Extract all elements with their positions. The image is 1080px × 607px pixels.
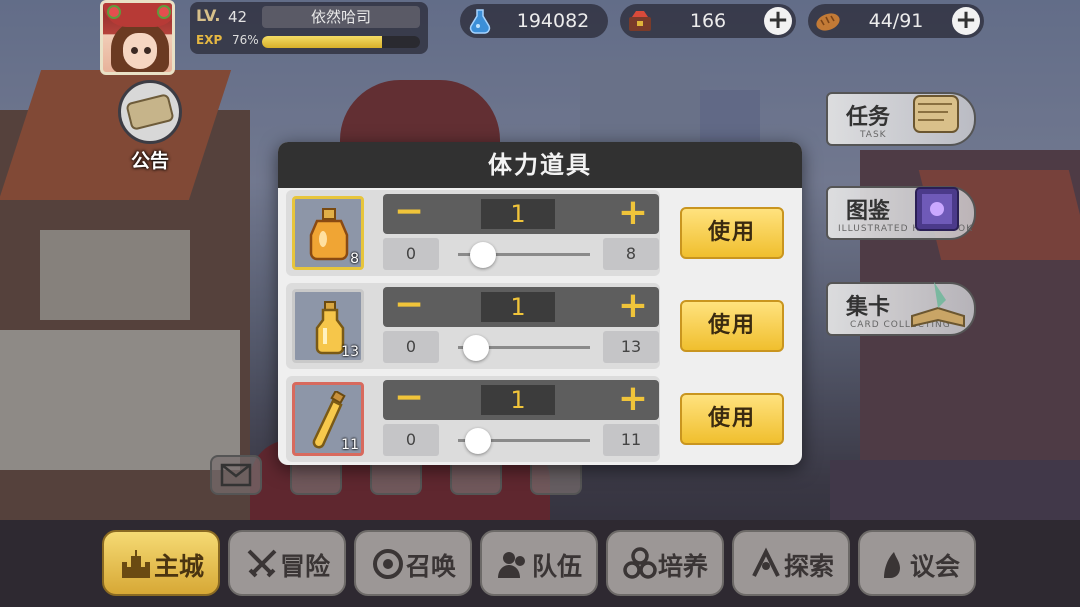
- nav-summon[interactable]: 召唤: [354, 530, 472, 596]
- gem-chest-icon: [629, 11, 651, 31]
- nav-explore-label: 探索: [784, 552, 835, 581]
- decrease-button[interactable]: −: [387, 287, 431, 325]
- nav-train-label: 培养: [658, 552, 709, 581]
- stamina-item-row: 11 − 1 + 0 11: [286, 376, 660, 462]
- quantity-value[interactable]: 1: [481, 292, 555, 322]
- task-label: 任务: [846, 105, 891, 130]
- item-slot[interactable]: 8: [292, 196, 364, 270]
- nav-council-label: 议会: [910, 552, 961, 581]
- mail-button[interactable]: [210, 455, 262, 495]
- mail-icon: [220, 463, 252, 487]
- use-button[interactable]: 使用: [680, 393, 784, 445]
- stamina-items-dialog: 体力道具 8 − 1 + 0 8 使用 13 − 1 + 0 13 使用 11 …: [278, 142, 802, 465]
- explore-icon: [752, 547, 780, 577]
- nav-adventure-label: 冒险: [280, 552, 331, 581]
- exp-bar-fill: [262, 36, 383, 48]
- quantity-stepper: − 1 +: [383, 380, 659, 420]
- increase-button[interactable]: +: [611, 381, 655, 418]
- quantity-value[interactable]: 1: [481, 385, 555, 415]
- slider-knob[interactable]: [463, 335, 490, 361]
- scroll-quill-icon: [913, 95, 959, 133]
- resource-gems: 166 +: [620, 4, 796, 38]
- add-gems-button[interactable]: +: [764, 7, 792, 35]
- resource-stamina: 44/91 +: [808, 4, 984, 38]
- exp-bar: [262, 36, 420, 48]
- item-count: 8: [350, 251, 359, 267]
- slider-knob[interactable]: [465, 428, 491, 454]
- orange-potion-bottle-icon: [309, 208, 349, 261]
- nav-train[interactable]: 培养: [606, 530, 724, 596]
- crossed-swords-icon: [247, 549, 277, 578]
- nav-explore[interactable]: 探索: [732, 530, 850, 596]
- handbook-label: 图鉴: [846, 199, 891, 224]
- council-icon: [884, 552, 900, 578]
- summon-circle-icon: [373, 549, 403, 579]
- slider-knob[interactable]: [469, 242, 496, 268]
- resource-gems-value: 166: [689, 10, 727, 32]
- castle-icon: [122, 550, 150, 578]
- card-collect-button[interactable]: 集卡 CARD COLLECTING: [826, 282, 976, 336]
- task-sublabel: TASK: [860, 130, 887, 140]
- dialog-title: 体力道具: [278, 142, 802, 188]
- nav-main-city-label: 主城: [154, 552, 205, 581]
- nav-team[interactable]: 队伍: [480, 530, 598, 596]
- level-prefix: LV.: [196, 6, 221, 25]
- exp-percent: 76%: [232, 33, 259, 47]
- card-collect-label: 集卡: [846, 295, 891, 320]
- resource-potion: 194082: [460, 4, 608, 38]
- book-icon: [915, 187, 959, 231]
- resource-stamina-value: 44/91: [868, 10, 924, 32]
- stamina-item-row: 13 − 1 + 0 13: [286, 283, 660, 369]
- use-button[interactable]: 使用: [680, 300, 784, 352]
- handbook-button[interactable]: 图鉴 ILLUSTRATED HANDBOOK: [826, 186, 976, 240]
- bread-icon: [816, 13, 840, 31]
- slider-max: 11: [603, 424, 659, 456]
- quantity-value[interactable]: 1: [481, 199, 555, 229]
- use-button[interactable]: 使用: [680, 207, 784, 259]
- decrease-button[interactable]: −: [387, 194, 431, 232]
- player-name: 依然哈司: [262, 6, 420, 28]
- nav-adventure[interactable]: 冒险: [228, 530, 346, 596]
- increase-button[interactable]: +: [611, 288, 655, 325]
- item-slot[interactable]: 13: [292, 289, 364, 363]
- resource-potion-value: 194082: [516, 10, 590, 32]
- train-icon: [623, 547, 657, 579]
- team-icon: [498, 552, 525, 578]
- nav-main-city[interactable]: 主城: [102, 530, 220, 596]
- slider-min: 0: [383, 424, 439, 456]
- slider-max: 13: [603, 331, 659, 363]
- item-count: 11: [341, 437, 359, 453]
- nav-summon-label: 召唤: [406, 552, 457, 581]
- slider-min: 0: [383, 238, 439, 270]
- level-value: 42: [228, 8, 248, 26]
- increase-button[interactable]: +: [611, 195, 655, 232]
- item-count: 13: [341, 344, 359, 360]
- exp-label: EXP: [196, 33, 223, 47]
- player-avatar[interactable]: [100, 0, 175, 75]
- decrease-button[interactable]: −: [387, 380, 431, 418]
- quantity-stepper: − 1 +: [383, 287, 659, 327]
- item-slot[interactable]: 11: [292, 382, 364, 456]
- slider-min: 0: [383, 331, 439, 363]
- task-button[interactable]: 任务 TASK: [826, 92, 976, 146]
- stamina-item-row: 8 − 1 + 0 8: [286, 190, 660, 276]
- notice-label: 公告: [130, 150, 169, 172]
- quantity-stepper: − 1 +: [383, 194, 659, 234]
- nav-team-label: 队伍: [532, 552, 583, 581]
- nav-council[interactable]: 议会: [858, 530, 976, 596]
- slider-max: 8: [603, 238, 659, 270]
- notice-button[interactable]: 公告: [110, 80, 190, 175]
- add-stamina-button[interactable]: +: [952, 7, 980, 35]
- blue-potion-icon: [469, 9, 491, 34]
- open-book-icon: [911, 282, 965, 328]
